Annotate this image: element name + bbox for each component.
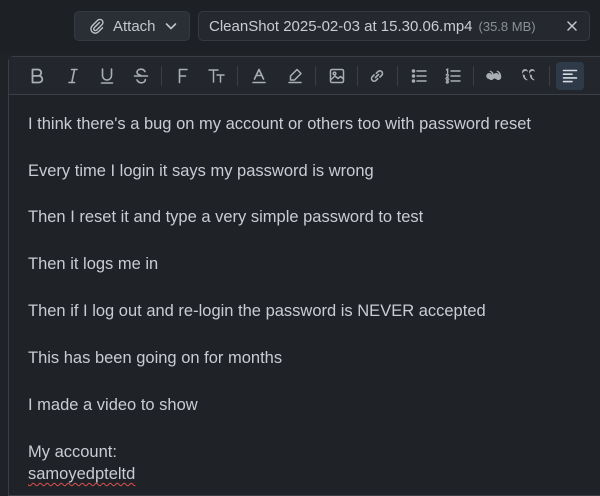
toolbar-divider (473, 66, 474, 86)
paragraph: I made a video to show (28, 396, 198, 414)
file-name: CleanShot 2025-02-03 at 15.30.06.mp4 (209, 17, 473, 35)
toolbar-divider (237, 66, 238, 86)
italic-button[interactable] (59, 62, 87, 90)
underline-button[interactable] (93, 62, 121, 90)
strikethrough-button[interactable] (127, 62, 155, 90)
close-quote-button[interactable] (515, 62, 543, 90)
formatting-toolbar (9, 57, 600, 95)
account-name: samoyedpteltd (28, 463, 135, 485)
bullet-list-button[interactable] (405, 62, 433, 90)
paragraph: Then it logs me in (28, 255, 159, 273)
blockquote-button[interactable] (481, 62, 509, 90)
font-button[interactable] (169, 62, 197, 90)
toolbar-divider (357, 66, 358, 86)
toolbar-divider (315, 66, 316, 86)
toolbar-divider (549, 66, 550, 86)
numbered-list-button[interactable] (439, 62, 467, 90)
paragraph: Every time I login it says my password i… (28, 162, 374, 180)
paperclip-icon (89, 18, 105, 34)
link-button[interactable] (363, 62, 391, 90)
paragraph: Then I reset it and type a very simple p… (28, 208, 424, 226)
file-size: (35.8 MB) (478, 18, 536, 34)
paragraph: I think there's a bug on my account or o… (28, 115, 531, 133)
image-button[interactable] (323, 62, 351, 90)
misspelled-word: samoyedpteltd (28, 465, 136, 483)
bold-button[interactable] (23, 62, 51, 90)
attachment-bar: Attach CleanShot 2025-02-03 at 15.30.06.… (0, 0, 600, 52)
attach-label: Attach (113, 17, 156, 35)
highlight-button[interactable] (281, 62, 309, 90)
attached-file-chip: CleanShot 2025-02-03 at 15.30.06.mp4 (35… (198, 11, 590, 41)
close-icon[interactable] (563, 17, 581, 35)
text-color-button[interactable] (245, 62, 273, 90)
paragraph: My account: (28, 443, 117, 461)
attach-button[interactable]: Attach (74, 11, 190, 41)
chevron-down-icon (164, 19, 178, 33)
toolbar-divider (161, 66, 162, 86)
align-left-button[interactable] (556, 62, 584, 90)
text-size-button[interactable] (203, 62, 231, 90)
toolbar-divider (397, 66, 398, 86)
paragraph: Then if I log out and re-login the passw… (28, 302, 486, 320)
paragraph: This has been going on for months (28, 349, 283, 367)
